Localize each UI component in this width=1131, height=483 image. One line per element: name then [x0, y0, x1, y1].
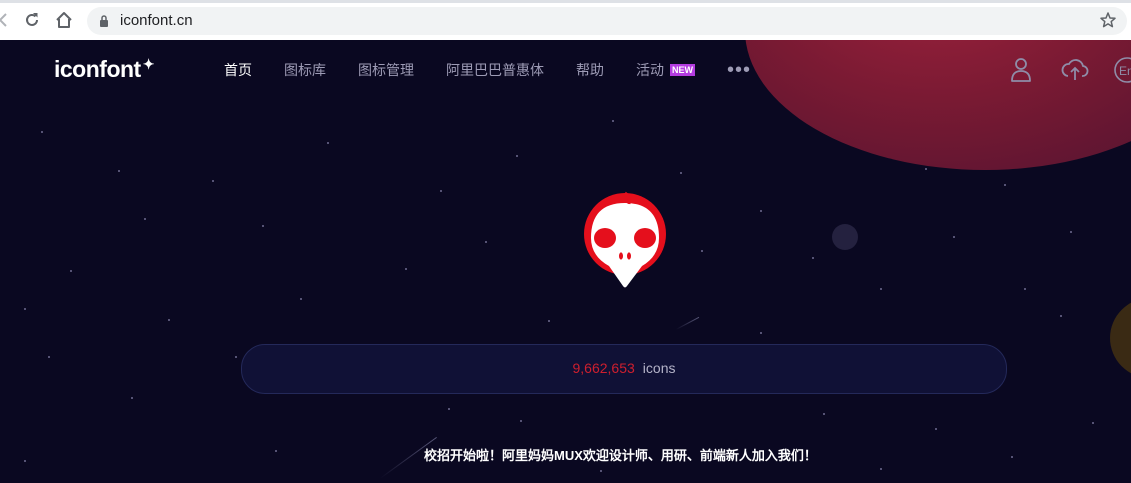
skull-mascot-icon [583, 190, 667, 290]
star-dot [1024, 288, 1026, 290]
nav-item-icon-management[interactable]: 图标管理 [358, 60, 414, 80]
star-dot [880, 468, 882, 470]
icon-count-unit: icons [642, 360, 676, 376]
star-dot [405, 268, 407, 270]
user-icon[interactable] [1010, 57, 1032, 88]
more-menu-icon[interactable]: ••• [727, 60, 751, 80]
star-dot [516, 155, 518, 157]
lock-icon [99, 14, 109, 28]
language-label: En [1119, 64, 1131, 78]
nav-item-alibaba-font[interactable]: 阿里巴巴普惠体 [446, 60, 544, 80]
star-dot [235, 356, 237, 358]
upload-cloud-icon[interactable] [1061, 57, 1089, 88]
nav-item-activities-label: 活动 [636, 62, 664, 78]
logo-text: iconfont [54, 56, 141, 82]
nav-item-activities[interactable]: 活动 NEW [636, 60, 695, 80]
star-dot [300, 298, 302, 300]
star-dot [520, 420, 522, 422]
plus-icon: ✦ [142, 56, 155, 72]
star-dot [144, 218, 146, 220]
star-dot [612, 120, 614, 122]
url-text[interactable]: iconfont.cn [120, 12, 193, 29]
star-dot [262, 225, 264, 227]
star-dot [448, 408, 450, 410]
star-dot [440, 190, 442, 192]
star-dot [1060, 315, 1062, 317]
star-dot [24, 308, 26, 310]
nav-item-icon-library[interactable]: 图标库 [284, 60, 326, 80]
star-dot [1004, 184, 1006, 186]
star-dot [1092, 422, 1094, 424]
star-dot [131, 397, 133, 399]
nav-item-home[interactable]: 首页 [224, 60, 252, 80]
star-dot [812, 257, 814, 259]
star-dot [48, 356, 50, 358]
iconfont-home: iconfont ✦ 首页 图标库 图标管理 阿里巴巴普惠体 帮助 活动 NEW •… [0, 40, 1131, 483]
language-icon[interactable]: En [1113, 56, 1131, 89]
star-dot [41, 131, 43, 133]
star-dot [880, 288, 882, 290]
star-dot [823, 413, 825, 415]
star-dot [925, 168, 927, 170]
star-dot [760, 332, 762, 334]
star-dot [327, 142, 329, 144]
search-placeholder: 9,662,653 icons [242, 360, 1006, 376]
recruitment-banner[interactable]: 校招开始啦！阿里妈妈MUX欢迎设计师、用研、前端新人加入我们！ [0, 445, 1131, 464]
star-dot [548, 320, 550, 322]
star-icon[interactable] [1099, 11, 1117, 29]
star-dot [701, 250, 703, 252]
back-arrow-icon[interactable] [0, 10, 14, 30]
iconfont-logo[interactable]: iconfont ✦ [54, 56, 154, 83]
home-icon[interactable] [54, 10, 74, 30]
browser-toolbar: iconfont.cn [0, 0, 1131, 40]
tab-strip-edge [0, 0, 1131, 3]
star-dot [485, 241, 487, 243]
reload-icon[interactable] [22, 10, 42, 30]
star-dot [212, 180, 214, 182]
star-dot [118, 170, 120, 172]
star-dot [953, 236, 955, 238]
address-bar[interactable]: iconfont.cn [87, 7, 1127, 35]
star-dot [935, 428, 937, 430]
star-dot [70, 270, 72, 272]
search-box[interactable]: 9,662,653 icons [241, 344, 1007, 394]
icon-count: 9,662,653 [572, 360, 635, 376]
star-dot [760, 210, 762, 212]
planet-decoration-small [1110, 298, 1131, 378]
meteor-streak [675, 316, 700, 330]
star-dot [600, 470, 602, 472]
moon-decoration [832, 224, 858, 250]
nav-item-help[interactable]: 帮助 [576, 60, 604, 80]
main-nav: 首页 图标库 图标管理 阿里巴巴普惠体 帮助 活动 NEW ••• [224, 60, 783, 80]
star-dot [1070, 231, 1072, 233]
star-dot [168, 319, 170, 321]
star-dot [680, 172, 682, 174]
new-badge: NEW [670, 64, 695, 77]
